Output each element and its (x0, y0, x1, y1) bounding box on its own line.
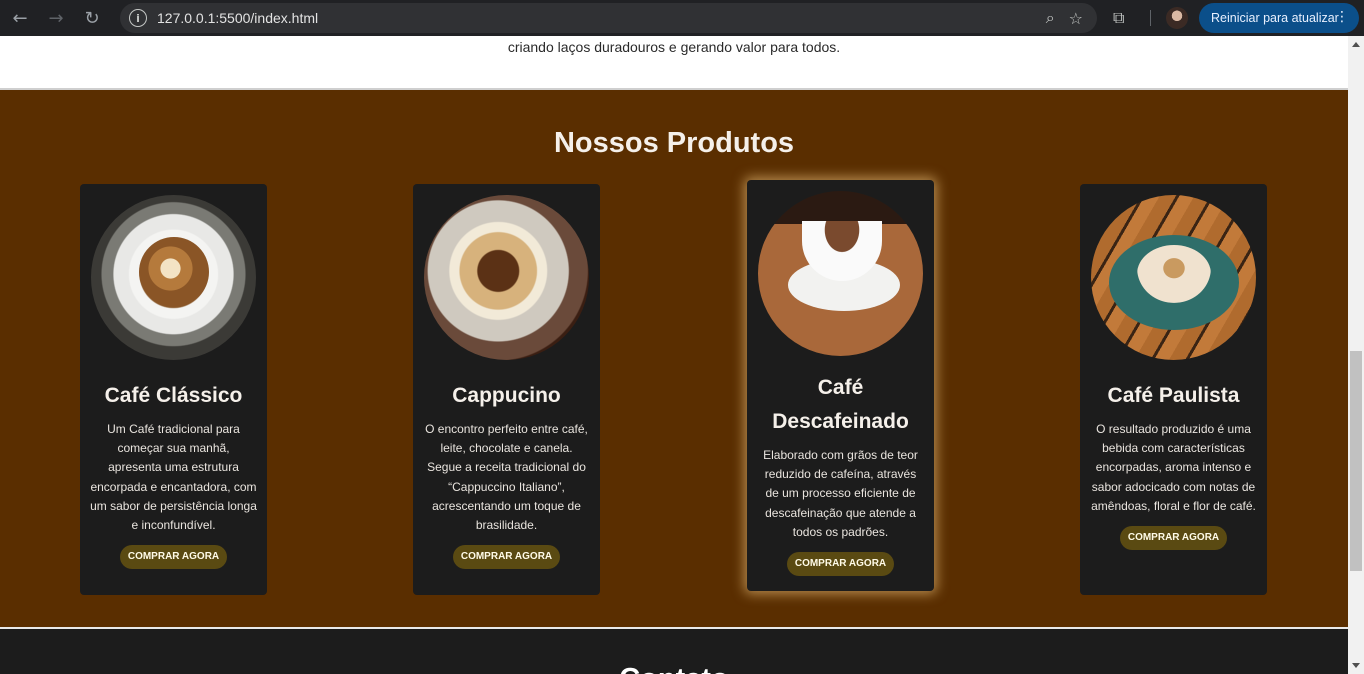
bookmark-star-icon[interactable]: ☆ (1069, 9, 1083, 28)
product-card: Café Paulista O resultado produzido é um… (1080, 184, 1267, 595)
buy-now-button[interactable]: COMPRAR AGORA (452, 545, 561, 570)
product-image (1091, 195, 1256, 360)
browser-toolbar: ← → ↻ i 127.0.0.1:5500/index.html ⌕ ☆ ⧉ … (0, 0, 1364, 36)
more-menu-icon[interactable]: ⋮ (1335, 9, 1349, 25)
product-name: Café Descafeinado (772, 376, 909, 433)
buy-now-button[interactable]: COMPRAR AGORA (786, 552, 895, 577)
site-info-icon[interactable]: i (129, 9, 147, 27)
product-image (758, 191, 923, 356)
about-section: criando laços duradouros e gerando valor… (0, 36, 1348, 90)
product-description: Um Café tradicional para começar sua man… (90, 422, 257, 533)
scrollbar-thumb[interactable] (1350, 351, 1362, 571)
page-scrollbar[interactable] (1348, 36, 1364, 674)
product-image (91, 195, 256, 360)
profile-avatar[interactable] (1166, 7, 1188, 29)
scroll-up-icon[interactable] (1352, 42, 1360, 47)
reload-icon[interactable]: ↻ (74, 0, 110, 36)
products-title: Nossos Produtos (553, 127, 795, 159)
extensions-icon[interactable]: ⧉ (1113, 8, 1133, 28)
product-description: O encontro perfeito entre café, leite, c… (425, 422, 588, 533)
product-card: Café Descafeinado Elaborado com grãos de… (747, 180, 934, 591)
products-section: Nossos Produtos Café Clássico Um Café tr… (0, 90, 1348, 627)
buy-now-button[interactable]: COMPRAR AGORA (1119, 526, 1228, 551)
zoom-icon[interactable]: ⌕ (1046, 8, 1055, 28)
product-card: Café Clássico Um Café tradicional para c… (80, 184, 267, 595)
address-bar[interactable]: i 127.0.0.1:5500/index.html ⌕ ☆ (120, 3, 1097, 33)
buy-now-button[interactable]: COMPRAR AGORA (119, 545, 228, 570)
product-description: O resultado produzido é uma bebida com c… (1091, 422, 1256, 513)
product-name: Café Paulista (1107, 384, 1240, 407)
back-icon[interactable]: ← (2, 0, 38, 36)
product-name: Café Clássico (104, 384, 243, 407)
product-image (424, 195, 589, 360)
product-card: Cappucino O encontro perfeito entre café… (413, 184, 600, 595)
contact-section: Contato (0, 627, 1348, 674)
update-browser-button[interactable]: Reiniciar para atualizar ⋮ (1199, 3, 1359, 33)
toolbar-divider (1150, 10, 1151, 26)
url-text[interactable]: 127.0.0.1:5500/index.html (157, 10, 318, 26)
page-viewport: criando laços duradouros e gerando valor… (0, 36, 1348, 674)
contact-title: Contato (0, 663, 1348, 674)
about-text: criando laços duradouros e gerando valor… (507, 39, 841, 55)
forward-icon[interactable]: → (38, 0, 74, 36)
product-name: Cappucino (452, 384, 561, 407)
product-description: Elaborado com grãos de teor reduzido de … (763, 448, 918, 539)
scroll-down-icon[interactable] (1352, 663, 1360, 668)
update-button-label: Reiniciar para atualizar (1211, 11, 1339, 25)
